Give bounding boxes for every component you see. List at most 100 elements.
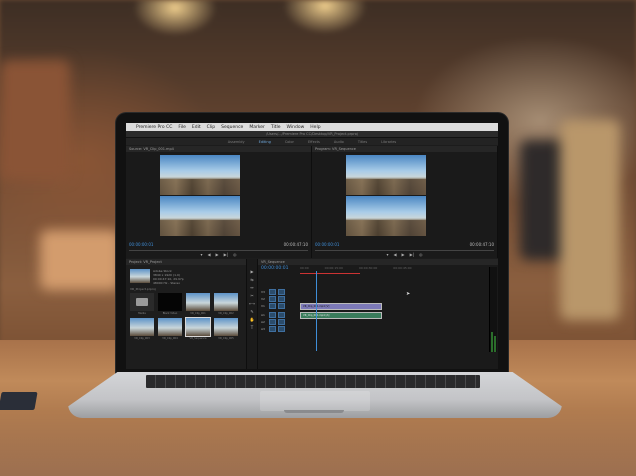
lock-icon[interactable]	[278, 295, 285, 302]
project-item-label: VR_Clip_002	[218, 312, 234, 315]
pen-tool-icon[interactable]: ✎	[250, 309, 253, 314]
program-frame-top	[346, 155, 426, 195]
menu-edit[interactable]: Edit	[192, 125, 201, 130]
lock-icon[interactable]	[278, 288, 285, 295]
source-transport: ▾ ◀ ▶ ▶| ◎	[126, 252, 311, 257]
ripple-edit-tool-icon[interactable]: ↔	[250, 285, 253, 290]
photo-scene: Premiere Pro CC File Edit Clip Sequence …	[0, 0, 636, 476]
export-frame-icon[interactable]: ◎	[233, 252, 237, 257]
track-label: V3	[261, 289, 265, 294]
project-thumb	[214, 318, 238, 336]
tab-audio[interactable]: Audio	[334, 140, 344, 144]
tab-editing[interactable]: Editing	[259, 140, 271, 144]
project-item[interactable]: VR_Clip_005	[214, 318, 238, 340]
menu-sequence[interactable]: Sequence	[221, 125, 243, 130]
menu-file[interactable]: File	[178, 125, 186, 130]
project-item[interactable]: VR_Clip_001	[186, 293, 210, 315]
track-label: A2	[261, 319, 265, 324]
hand-tool-icon[interactable]: ✋	[250, 317, 255, 322]
work-area-bar[interactable]	[300, 273, 360, 274]
type-tool-icon[interactable]: T	[251, 325, 253, 330]
export-frame-icon[interactable]: ◎	[419, 252, 423, 257]
marker-icon[interactable]: ▾	[386, 252, 388, 257]
step-forward-icon[interactable]: ▶|	[224, 252, 228, 257]
source-timecode[interactable]: 00:00:00:01	[129, 242, 153, 248]
project-item[interactable]: VR_Sequence	[185, 317, 211, 340]
project-item[interactable]: Black Video	[158, 293, 182, 315]
tab-color[interactable]: Color	[285, 140, 294, 144]
tab-libraries[interactable]: Libraries	[381, 140, 396, 144]
solo-icon[interactable]	[278, 325, 285, 332]
project-panel-header[interactable]: Project: VR_Project	[126, 259, 246, 265]
play-icon[interactable]: ▶	[402, 252, 405, 257]
mute-icon[interactable]	[269, 318, 276, 325]
project-thumb	[158, 293, 182, 311]
menu-help[interactable]: Help	[310, 125, 320, 130]
track-label: A1	[261, 312, 265, 317]
step-back-icon[interactable]: ◀	[207, 252, 210, 257]
playhead[interactable]	[316, 271, 317, 351]
step-forward-icon[interactable]: ▶|	[410, 252, 414, 257]
project-panel[interactable]: Project: VR_Project Adobe Stock 3840 x 1…	[126, 259, 247, 369]
project-item-text: Adobe Stock 3840 x 1920 (1.0) 00:00:47:1…	[153, 269, 184, 285]
menu-window[interactable]: Window	[287, 125, 305, 130]
program-timecodes: 00:00:00:01 00:00:47:10	[312, 242, 497, 248]
razor-tool-icon[interactable]: ✂	[250, 293, 253, 298]
toggle-track-output-icon[interactable]	[269, 295, 276, 302]
track-header-a3: A3	[261, 325, 285, 332]
keyboard	[146, 375, 480, 388]
mouse-cursor-icon: ➤	[406, 291, 411, 297]
project-item[interactable]: Media	[130, 293, 154, 315]
ruler-label: 00:00:45:00	[393, 266, 412, 270]
source-monitor[interactable]: Source: VR_Clip_001.mp4 00:00:00:01 00:0…	[126, 146, 312, 258]
app-name[interactable]: Premiere Pro CC	[136, 125, 172, 130]
track-select-tool-icon[interactable]: ⇆	[250, 277, 253, 282]
timeline-header[interactable]: VR_Sequence	[258, 259, 498, 265]
project-item-label: VR_Clip_001	[190, 312, 206, 315]
meter-bar-right	[494, 336, 496, 352]
program-monitor-header[interactable]: Program: VR_Sequence	[312, 146, 497, 152]
source-duration: 00:00:47:10	[283, 242, 308, 247]
project-thumb	[186, 293, 210, 311]
timeline-video-clip[interactable]: VR_Clip_001.mp4 [V]	[300, 303, 382, 310]
project-item-label: VR_Clip_003	[134, 337, 150, 340]
project-thumb	[130, 318, 154, 336]
laptop-lid: Premiere Pro CC File Edit Clip Sequence …	[116, 113, 508, 375]
program-monitor[interactable]: Program: VR_Sequence 00:00:00:01 00:00:4…	[312, 146, 498, 258]
toggle-track-output-icon[interactable]	[269, 288, 276, 295]
toggle-track-output-icon[interactable]	[269, 302, 276, 309]
ruler-label: 00:00:30:00	[358, 266, 378, 270]
menu-title[interactable]: Title	[271, 125, 281, 130]
selection-tool-icon[interactable]: ▶	[250, 269, 253, 274]
project-item[interactable]: VR_Clip_004	[158, 318, 182, 340]
play-icon[interactable]: ▶	[216, 252, 219, 257]
timeline-audio-clip[interactable]: VR_Clip_001.mp4 [A]	[300, 312, 382, 319]
menu-clip[interactable]: Clip	[207, 125, 216, 130]
window-title: /Users/.../Premiere Pro CC/Desktop/VR_Pr…	[126, 131, 498, 138]
laptop-screen: Premiere Pro CC File Edit Clip Sequence …	[126, 123, 498, 369]
slip-tool-icon[interactable]: ⟷	[249, 301, 255, 306]
project-item-thumbnail[interactable]	[130, 269, 150, 283]
source-scrubber[interactable]	[129, 250, 308, 251]
project-item[interactable]: VR_Clip_003	[130, 318, 154, 340]
timeline-panel[interactable]: VR_Sequence 00:00:00:01 00:00 00:00:15:0…	[258, 259, 498, 369]
source-monitor-header[interactable]: Source: VR_Clip_001.mp4	[126, 146, 311, 152]
program-timecode[interactable]: 00:00:00:01	[315, 242, 339, 248]
tab-assembly[interactable]: Assembly	[228, 140, 245, 144]
workspace-tabs: Assembly Editing Color Effects Audio Tit…	[126, 138, 498, 145]
solo-icon[interactable]	[278, 318, 285, 325]
mute-icon[interactable]	[269, 325, 276, 332]
project-item-label: VR_Sequence	[189, 337, 207, 340]
tab-titles[interactable]: Titles	[358, 140, 367, 144]
lock-icon[interactable]	[278, 302, 285, 309]
project-item[interactable]: VR_Clip_002	[214, 293, 238, 315]
timeline-ruler[interactable]: 00:00 00:00:15:00 00:00:30:00 00:00:45:0…	[258, 266, 488, 272]
menu-marker[interactable]: Marker	[249, 125, 265, 130]
tab-effects[interactable]: Effects	[308, 140, 320, 144]
step-back-icon[interactable]: ◀	[393, 252, 396, 257]
phone-on-table	[0, 392, 38, 410]
marker-icon[interactable]: ▾	[200, 252, 202, 257]
program-scrubber[interactable]	[315, 250, 494, 251]
solo-icon[interactable]	[278, 311, 285, 318]
mute-icon[interactable]	[269, 311, 276, 318]
